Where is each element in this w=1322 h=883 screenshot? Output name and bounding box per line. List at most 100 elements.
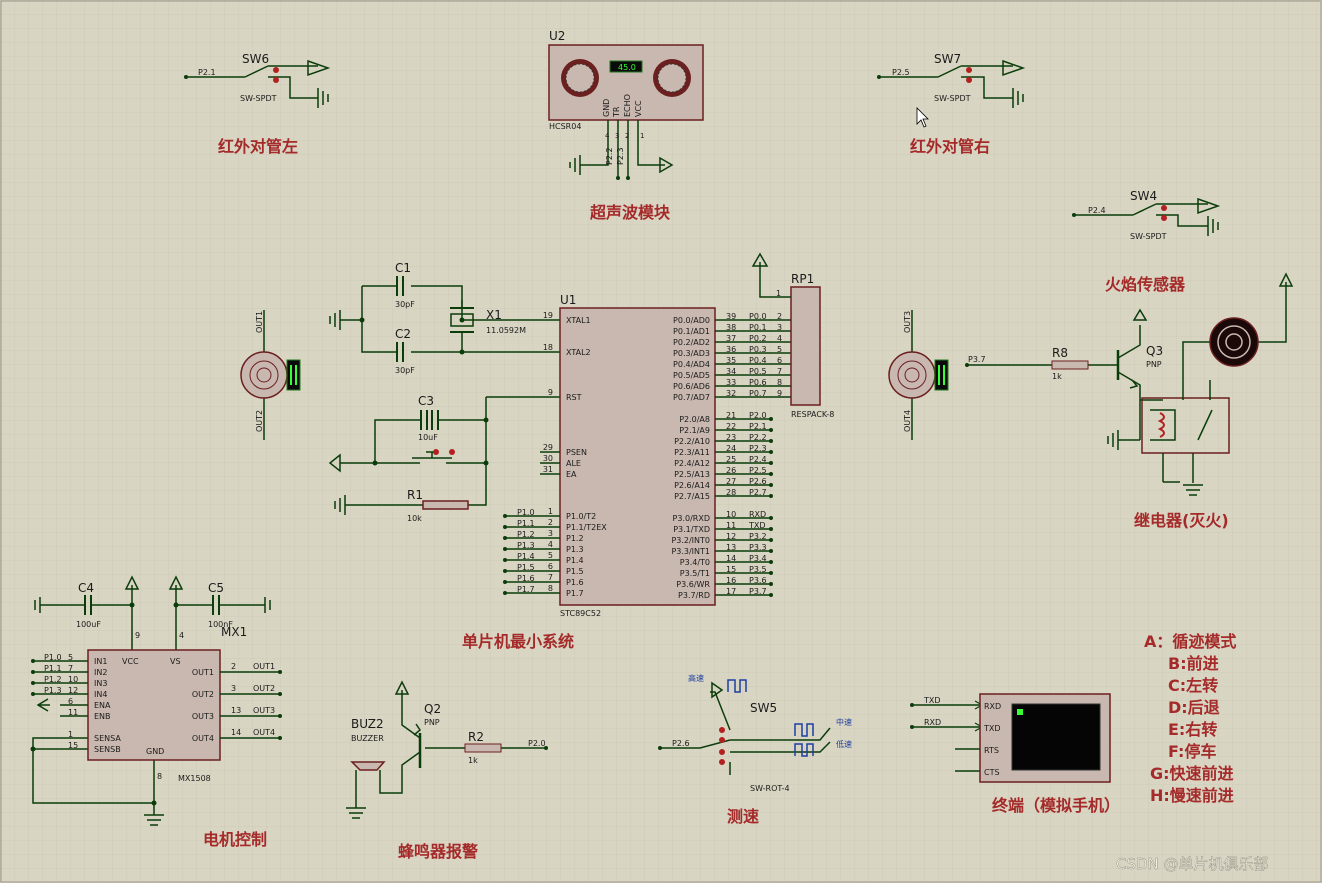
sw6-ref: SW6 <box>242 52 269 66</box>
mcu-pin-name: P0.5/AD5 <box>673 371 710 380</box>
c3-value: 10uF <box>418 433 438 442</box>
junction-dot <box>483 417 489 423</box>
x1-ref: X1 <box>486 308 502 322</box>
q3-ref: Q3 <box>1146 344 1163 358</box>
driver-pin-num: 14 <box>231 728 241 737</box>
schematic-canvas[interactable]: SW6 P2.1 SW-SPDT 红外对管左 U2 45.0 HCSR04 GN… <box>0 0 1322 883</box>
mode-d: D:后退 <box>1168 698 1220 717</box>
junction-dot <box>359 317 365 323</box>
net-terminal <box>503 525 507 529</box>
net-terminal <box>769 483 773 487</box>
mcu-pin-name: P2.3/A11 <box>674 448 710 457</box>
driver-pin-num: 2 <box>231 662 236 671</box>
r2-value: 1k <box>468 756 478 765</box>
u2-part: HCSR04 <box>549 122 581 131</box>
heading-mcu-system: 单片机最小系统 <box>462 632 574 651</box>
mcu-pin-num: 34 <box>726 367 736 376</box>
mcu-net-label: P2.4 <box>749 455 767 464</box>
sw5-label-high: 高速 <box>688 673 704 683</box>
driver-input-net: P1.1 <box>44 664 62 673</box>
mcu-pin-num: 39 <box>726 312 736 321</box>
p1-net-label: P1.6 <box>517 574 535 583</box>
net-terminal <box>31 659 35 663</box>
mcu-net-label: P3.2 <box>749 532 767 541</box>
relay-net: P3.7 <box>968 355 986 364</box>
driver-input-net: P1.3 <box>44 686 62 695</box>
net-terminal <box>31 681 35 685</box>
mcu-pin-num: 18 <box>543 343 553 352</box>
driver-pin-name: IN1 <box>94 657 107 666</box>
driver-pin-name: IN2 <box>94 668 107 677</box>
mode-b: B:前进 <box>1168 654 1219 673</box>
mcu-net-label: RXD <box>749 510 766 519</box>
rp1-pin-num: 7 <box>777 367 782 376</box>
mcu-pin-name: P2.2/A10 <box>674 437 710 446</box>
sw5-contact <box>719 727 725 733</box>
mcu-pin-num: 31 <box>543 465 553 474</box>
heading-flame: 火焰传感器 <box>1105 275 1186 294</box>
mcu-pin-num: 36 <box>726 345 736 354</box>
motor-left-out2: OUT2 <box>255 410 264 432</box>
u2-pin-num-1: 1 <box>640 132 644 140</box>
heading-speed: 测速 <box>727 807 759 826</box>
mx1-gnd-pin: 8 <box>157 772 162 781</box>
motor-right-out3: OUT3 <box>903 311 912 333</box>
sw5-contact <box>719 759 725 765</box>
driver-out-net: OUT2 <box>253 684 275 693</box>
x1-value: 11.0592M <box>486 326 526 335</box>
sw5-net: P2.6 <box>672 739 690 748</box>
driver-pin-num: 13 <box>231 706 241 715</box>
mcu-pin-name: P1.0/T2 <box>566 512 596 521</box>
mode-h: H:慢速前进 <box>1150 786 1234 805</box>
p1-net-label: P1.4 <box>517 552 535 561</box>
u2-pin-tr: TR <box>612 106 621 118</box>
rp1-ref: RP1 <box>791 272 814 286</box>
heading-ir-right: 红外对管右 <box>910 137 990 156</box>
mcu-pin-name: P2.7/A15 <box>674 492 710 501</box>
sw4-type: SW-SPDT <box>1130 232 1167 241</box>
net-terminal <box>278 670 282 674</box>
p1-net-label: P1.3 <box>517 541 535 550</box>
sw5-contact <box>719 737 725 743</box>
terminal-net-txd: TXD <box>923 696 941 705</box>
u2-pin-gnd: GND <box>602 99 611 117</box>
heading-relay: 继电器(灭火) <box>1134 511 1229 530</box>
heading-buzzer: 蜂鸣器报警 <box>398 842 478 861</box>
net-terminal <box>769 571 773 575</box>
net-terminal <box>503 580 507 584</box>
sw7-ref: SW7 <box>934 52 961 66</box>
terminal-pin-cts: CTS <box>984 768 1000 777</box>
mcu-net-label: P0.1 <box>749 323 767 332</box>
mode-e: E:右转 <box>1168 720 1217 739</box>
mcu-net-label: P3.7 <box>749 587 767 596</box>
mcu-net-label: P2.6 <box>749 477 767 486</box>
rp1-part: RESPACK-8 <box>791 410 834 419</box>
mx1-vcc-pin: 9 <box>135 631 140 640</box>
mcu-pin-num: 13 <box>726 543 736 552</box>
mcu-net-label: P3.5 <box>749 565 767 574</box>
c1-value: 30pF <box>395 300 415 309</box>
c1-ref: C1 <box>395 261 411 275</box>
sw6-type: SW-SPDT <box>240 94 277 103</box>
driver-out-name: OUT1 <box>192 668 214 677</box>
mcu-pin-num: 24 <box>726 444 736 453</box>
net-terminal <box>278 714 282 718</box>
rp1-pin-num: 6 <box>777 356 782 365</box>
net-terminal <box>769 472 773 476</box>
net-terminal <box>769 593 773 597</box>
mcu-pin-num: 25 <box>726 455 736 464</box>
mode-g: G:快速前进 <box>1150 764 1234 783</box>
mcu-net-label: P2.1 <box>749 422 767 431</box>
net-terminal <box>769 428 773 432</box>
p1-net-label: P1.2 <box>517 530 535 539</box>
u2-net-p23: P2.3 <box>616 147 625 165</box>
u2-pin-vcc: VCC <box>634 100 643 117</box>
motor-right-out4: OUT4 <box>903 410 912 432</box>
mcu-net-label: P0.0 <box>749 312 767 321</box>
mcu-pin-name: P0.0/AD0 <box>673 316 710 325</box>
driver-input-net: P1.0 <box>44 653 62 662</box>
motor-left-out1: OUT1 <box>255 311 264 333</box>
driver-out-name: OUT2 <box>192 690 214 699</box>
fan-motor[interactable] <box>1209 317 1259 367</box>
mcu-net-label: P3.4 <box>749 554 767 563</box>
